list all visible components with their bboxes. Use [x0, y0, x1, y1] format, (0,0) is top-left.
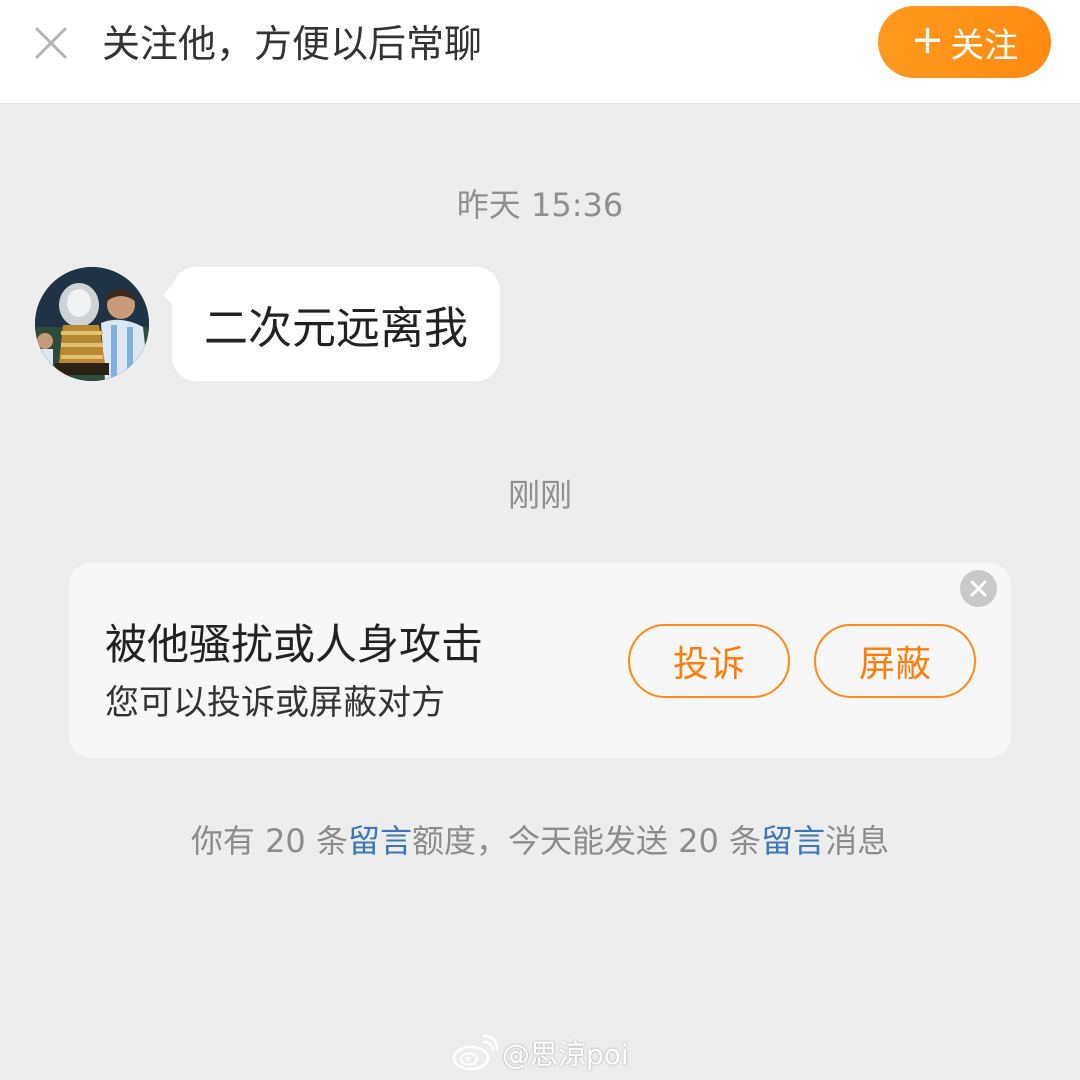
report-subtitle: 您可以投诉或屏蔽对方	[105, 683, 445, 723]
watermark-text: @思涼poi	[502, 1038, 629, 1071]
quota-text-part: 额度，今天能发送 20 条	[411, 822, 762, 860]
report-title: 被他骚扰或人身攻击	[105, 620, 484, 669]
quota-text-part: 消息	[825, 822, 890, 860]
block-button[interactable]: 屏蔽	[814, 624, 976, 698]
follow-prompt-text: 关注他，方便以后常聊	[102, 22, 483, 66]
close-circle-icon[interactable]	[960, 570, 997, 607]
top-bar: 关注他，方便以后常聊 + 关注	[0, 0, 1080, 104]
follow-button[interactable]: + 关注	[878, 6, 1051, 78]
watermark: @思涼poi	[452, 1032, 629, 1074]
avatar[interactable]	[35, 267, 149, 381]
quota-text-part: 你有 20 条	[190, 822, 348, 860]
message-timestamp: 昨天 15:36	[456, 186, 624, 224]
plus-icon: +	[910, 17, 945, 63]
close-icon[interactable]	[30, 22, 72, 64]
complain-button[interactable]: 投诉	[628, 624, 790, 698]
message-link[interactable]: 留言	[761, 822, 825, 860]
weibo-logo-icon	[452, 1034, 498, 1071]
message-quota-text: 你有 20 条留言额度，今天能发送 20 条留言消息	[0, 816, 1080, 862]
message-text: 二次元远离我	[204, 303, 468, 354]
follow-button-label: 关注	[950, 25, 1019, 66]
message-link[interactable]: 留言	[348, 822, 412, 860]
message-bubble[interactable]: 二次元远离我	[163, 267, 500, 381]
notice-timestamp: 刚刚	[507, 476, 572, 514]
report-card: 被他骚扰或人身攻击 您可以投诉或屏蔽对方 投诉 屏蔽	[69, 563, 1011, 758]
